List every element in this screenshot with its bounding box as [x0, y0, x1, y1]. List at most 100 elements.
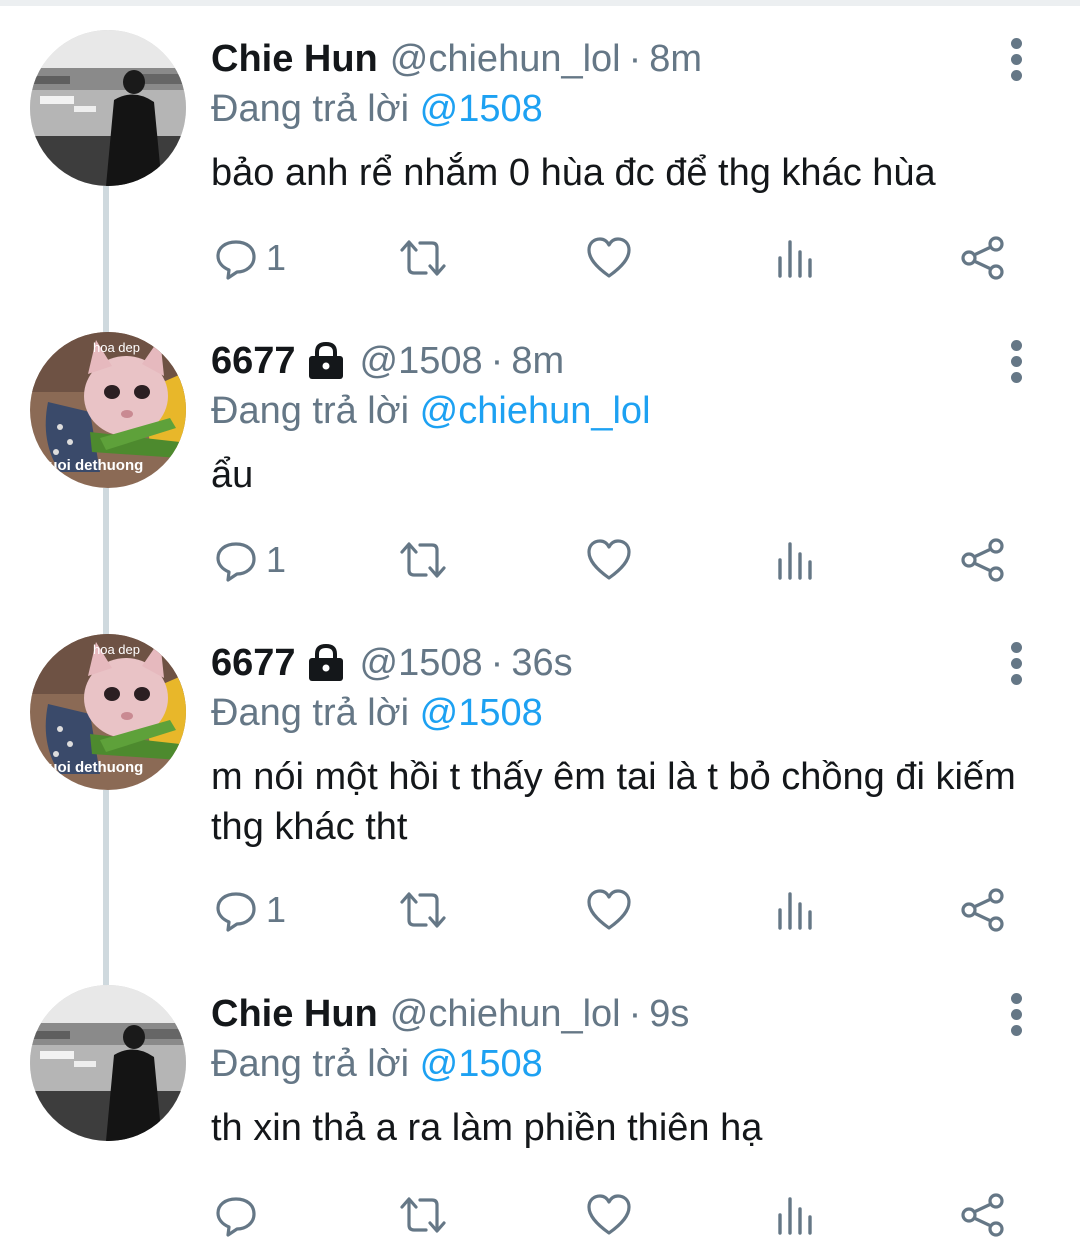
reply-mention-link[interactable]: @1508: [420, 692, 543, 734]
display-name[interactable]: 6677: [211, 340, 296, 383]
share-icon: [961, 888, 1004, 932]
tweet-header: 6677 @1508 · 8m: [211, 336, 564, 386]
share-button[interactable]: [960, 532, 1006, 588]
retweet-icon: [400, 240, 446, 276]
tweet-text: th xin thả a ra làm phiền thiên hạ: [211, 1107, 763, 1149]
avatar[interactable]: [30, 30, 186, 186]
more-vertical-icon[interactable]: [1005, 38, 1029, 82]
reply-button[interactable]: 1: [214, 882, 286, 938]
hairless-cat-flowers-avatar: hoa dep nguoi dethuong: [30, 634, 186, 790]
avatar[interactable]: hoa dep nguoi dethuong: [30, 634, 186, 790]
retweet-button[interactable]: [398, 230, 448, 286]
man-street-photo-avatar: [30, 30, 186, 186]
reply-context: Đang trả lời @1508: [211, 88, 543, 131]
comment-icon: [216, 240, 256, 280]
tweet-text: bảo anh rể nhắm 0 hùa đc để thg khác hùa: [211, 152, 936, 194]
like-button[interactable]: [586, 882, 632, 938]
comment-icon: [216, 542, 256, 582]
avatar-caption-bottom: nguoi dethuong: [30, 759, 143, 776]
share-button[interactable]: [960, 882, 1006, 938]
share-icon: [961, 1193, 1004, 1237]
lock-icon: [306, 341, 346, 381]
retweet-icon: [400, 542, 446, 578]
user-handle[interactable]: @chiehun_lol: [390, 993, 621, 1036]
tweet[interactable]: Chie Hun @chiehun_lol · 9s Đang trả lời …: [0, 985, 1080, 1255]
retweet-button[interactable]: [398, 532, 448, 588]
analytics-button[interactable]: [776, 532, 816, 588]
display-name[interactable]: Chie Hun: [211, 993, 378, 1036]
display-name[interactable]: Chie Hun: [211, 38, 378, 81]
reply-context: Đang trả lời @1508: [211, 1043, 543, 1086]
tweet-header: 6677 @1508 · 36s: [211, 638, 573, 688]
analytics-button[interactable]: [776, 882, 816, 938]
timestamp[interactable]: 8m: [649, 38, 702, 81]
lock-icon: [306, 643, 346, 683]
reply-mention-link[interactable]: @1508: [420, 1043, 543, 1085]
user-handle[interactable]: @chiehun_lol: [390, 38, 621, 81]
analytics-icon: [778, 1197, 812, 1235]
avatar[interactable]: [30, 985, 186, 1141]
share-icon: [961, 538, 1004, 582]
like-button[interactable]: [586, 230, 632, 286]
avatar[interactable]: hoa dep nguoi dethuong: [30, 332, 186, 488]
reply-context: Đang trả lời @chiehun_lol: [211, 390, 651, 433]
reply-count: 1: [266, 237, 287, 278]
man-street-photo-avatar: [30, 985, 186, 1141]
retweet-button[interactable]: [398, 1187, 448, 1243]
like-button[interactable]: [586, 1187, 632, 1243]
heart-icon: [587, 889, 631, 930]
retweet-button[interactable]: [398, 882, 448, 938]
reply-mention-link[interactable]: @1508: [420, 88, 543, 130]
tweet[interactable]: hoa dep nguoi dethuong 6677 @1508 · 8m Đ…: [0, 332, 1080, 602]
tweet-header: Chie Hun @chiehun_lol · 8m: [211, 34, 702, 84]
reply-prefix: Đang trả lời: [211, 390, 410, 432]
separator-dot: ·: [490, 339, 504, 382]
share-button[interactable]: [960, 1187, 1006, 1243]
tweet-actions: 1: [0, 882, 1080, 942]
heart-icon: [587, 237, 631, 278]
tweet-actions: 1: [0, 532, 1080, 592]
reply-mention-link[interactable]: @chiehun_lol: [420, 390, 651, 432]
analytics-button[interactable]: [776, 230, 816, 286]
tweet-actions: 1: [0, 230, 1080, 290]
share-button[interactable]: [960, 230, 1006, 286]
top-divider: [0, 0, 1080, 6]
like-button[interactable]: [586, 532, 632, 588]
analytics-button[interactable]: [776, 1187, 816, 1243]
more-vertical-icon[interactable]: [1005, 340, 1029, 384]
more-vertical-icon[interactable]: [1005, 993, 1029, 1037]
avatar-caption-bottom: nguoi dethuong: [30, 457, 143, 474]
tweet-text: ẩu: [211, 454, 254, 496]
reply-prefix: Đang trả lời: [211, 1043, 410, 1085]
timestamp[interactable]: 36s: [511, 642, 572, 685]
reply-prefix: Đang trả lời: [211, 692, 410, 734]
tweet[interactable]: Chie Hun @chiehun_lol · 8m Đang trả lời …: [0, 30, 1080, 300]
analytics-icon: [778, 892, 812, 930]
separator-dot: ·: [628, 37, 642, 80]
heart-icon: [587, 1194, 631, 1235]
avatar-caption-top: hoa dep: [93, 340, 140, 355]
retweet-icon: [400, 892, 446, 928]
reply-button[interactable]: 1: [214, 532, 286, 588]
analytics-icon: [778, 240, 812, 278]
comment-icon: [216, 892, 256, 932]
hairless-cat-flowers-avatar: hoa dep nguoi dethuong: [30, 332, 186, 488]
timestamp[interactable]: 8m: [511, 340, 564, 383]
comment-icon: [216, 1197, 256, 1237]
reply-button[interactable]: 1: [214, 230, 286, 286]
display-name[interactable]: 6677: [211, 642, 296, 685]
tweet-text: m nói một hồi t thấy êm tai là t bỏ chồn…: [211, 756, 1016, 848]
avatar-caption-top: hoa dep: [93, 642, 140, 657]
reply-prefix: Đang trả lời: [211, 88, 410, 130]
analytics-icon: [778, 542, 812, 580]
user-handle[interactable]: @1508: [360, 340, 483, 383]
separator-dot: ·: [490, 641, 504, 684]
reply-count: 1: [266, 539, 287, 580]
reply-button[interactable]: [214, 1187, 266, 1243]
tweet[interactable]: hoa dep nguoi dethuong 6677 @1508 · 36s …: [0, 634, 1080, 954]
timestamp[interactable]: 9s: [649, 993, 689, 1036]
user-handle[interactable]: @1508: [360, 642, 483, 685]
more-vertical-icon[interactable]: [1005, 642, 1029, 686]
share-icon: [961, 236, 1004, 280]
retweet-icon: [400, 1197, 446, 1233]
